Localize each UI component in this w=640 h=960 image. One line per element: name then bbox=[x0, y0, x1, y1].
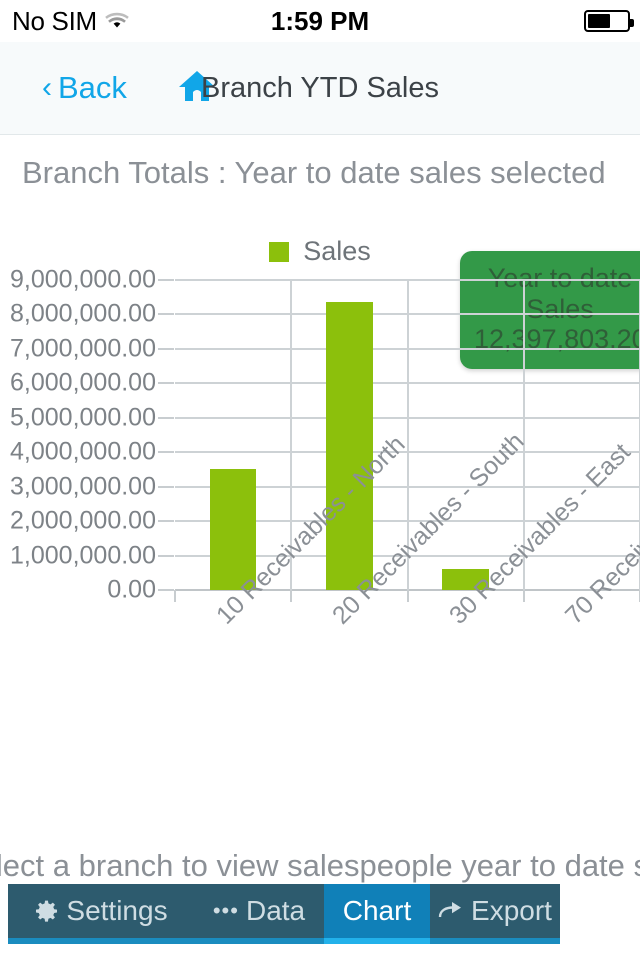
y-axis-tick bbox=[158, 451, 174, 454]
bar-chart[interactable]: 9,000,000.00 8,000,000.00 7,000,000.00 6,00… bbox=[0, 266, 640, 840]
y-axis-tick-label: 5,000,000.00 bbox=[10, 403, 156, 432]
tab-chart[interactable]: Chart bbox=[324, 884, 430, 944]
legend-label-sales: Sales bbox=[303, 236, 371, 266]
legend-swatch-sales bbox=[269, 241, 290, 262]
y-axis-tick-label: 9,000,000.00 bbox=[10, 265, 156, 294]
tab-bar[interactable]: Settings ••• Data Chart Export bbox=[8, 884, 560, 944]
y-axis-tick-label: 6,000,000.00 bbox=[10, 368, 156, 397]
y-axis-tick-label: 7,000,000.00 bbox=[10, 334, 156, 363]
battery-cap bbox=[630, 19, 634, 27]
share-arrow-icon bbox=[438, 900, 464, 922]
y-axis-tick bbox=[158, 313, 174, 316]
battery-icon bbox=[584, 10, 634, 32]
status-bar: No SIM 1:59 PM bbox=[0, 0, 640, 42]
y-axis-tick bbox=[158, 279, 174, 281]
y-axis-tick-label: 8,000,000.00 bbox=[10, 299, 156, 328]
tab-label: Data bbox=[245, 895, 306, 926]
y-axis-tick bbox=[158, 347, 174, 350]
y-axis-tick bbox=[158, 382, 174, 385]
y-axis-tick-label: 3,000,000.00 bbox=[10, 472, 156, 501]
y-axis-tick-label: 4,000,000.00 bbox=[10, 437, 156, 466]
chart-heading: Branch Totals : Year to date sales selec… bbox=[22, 155, 606, 190]
tab-label: Settings bbox=[66, 895, 168, 926]
x-axis-tick bbox=[174, 590, 176, 602]
y-axis-tick bbox=[158, 554, 174, 557]
tab-label: Chart bbox=[342, 895, 412, 926]
y-axis-tick-label: 2,000,000.00 bbox=[10, 506, 156, 535]
page-title: Branch YTD Sales bbox=[200, 71, 440, 104]
gear-icon bbox=[34, 899, 59, 924]
y-axis-tick bbox=[158, 520, 174, 523]
y-axis-tick bbox=[158, 589, 174, 591]
tab-export[interactable]: Export bbox=[430, 884, 560, 944]
battery-fill bbox=[588, 14, 610, 28]
x-axis-tick bbox=[290, 590, 293, 602]
tab-settings[interactable]: Settings bbox=[8, 884, 194, 944]
x-axis-tick bbox=[406, 590, 409, 602]
footer-note: Select a branch to view salespeople year… bbox=[0, 848, 640, 883]
y-axis-tick bbox=[158, 416, 174, 419]
dots-icon: ••• bbox=[212, 898, 239, 923]
x-axis-tick-label: 20 Receivables - South bbox=[327, 427, 530, 630]
y-axis-tick-label: 0.00 bbox=[107, 575, 156, 604]
tab-label: Export bbox=[471, 895, 552, 926]
x-axis-tick bbox=[522, 590, 525, 602]
status-bar-right bbox=[584, 10, 634, 32]
clock-label: 1:59 PM bbox=[270, 5, 370, 36]
app-root: No SIM 1:59 PM ‹ Back Branch YTD Sales B… bbox=[0, 0, 640, 960]
tab-data[interactable]: ••• Data bbox=[194, 884, 324, 944]
nav-bar: ‹ Back Branch YTD Sales bbox=[0, 42, 640, 135]
y-axis-tick-label: 1,000,000.00 bbox=[10, 541, 156, 570]
y-axis-tick bbox=[158, 485, 174, 488]
x-axis-labels: 10 Receivables - North 20 Receivables - S… bbox=[175, 280, 640, 629]
